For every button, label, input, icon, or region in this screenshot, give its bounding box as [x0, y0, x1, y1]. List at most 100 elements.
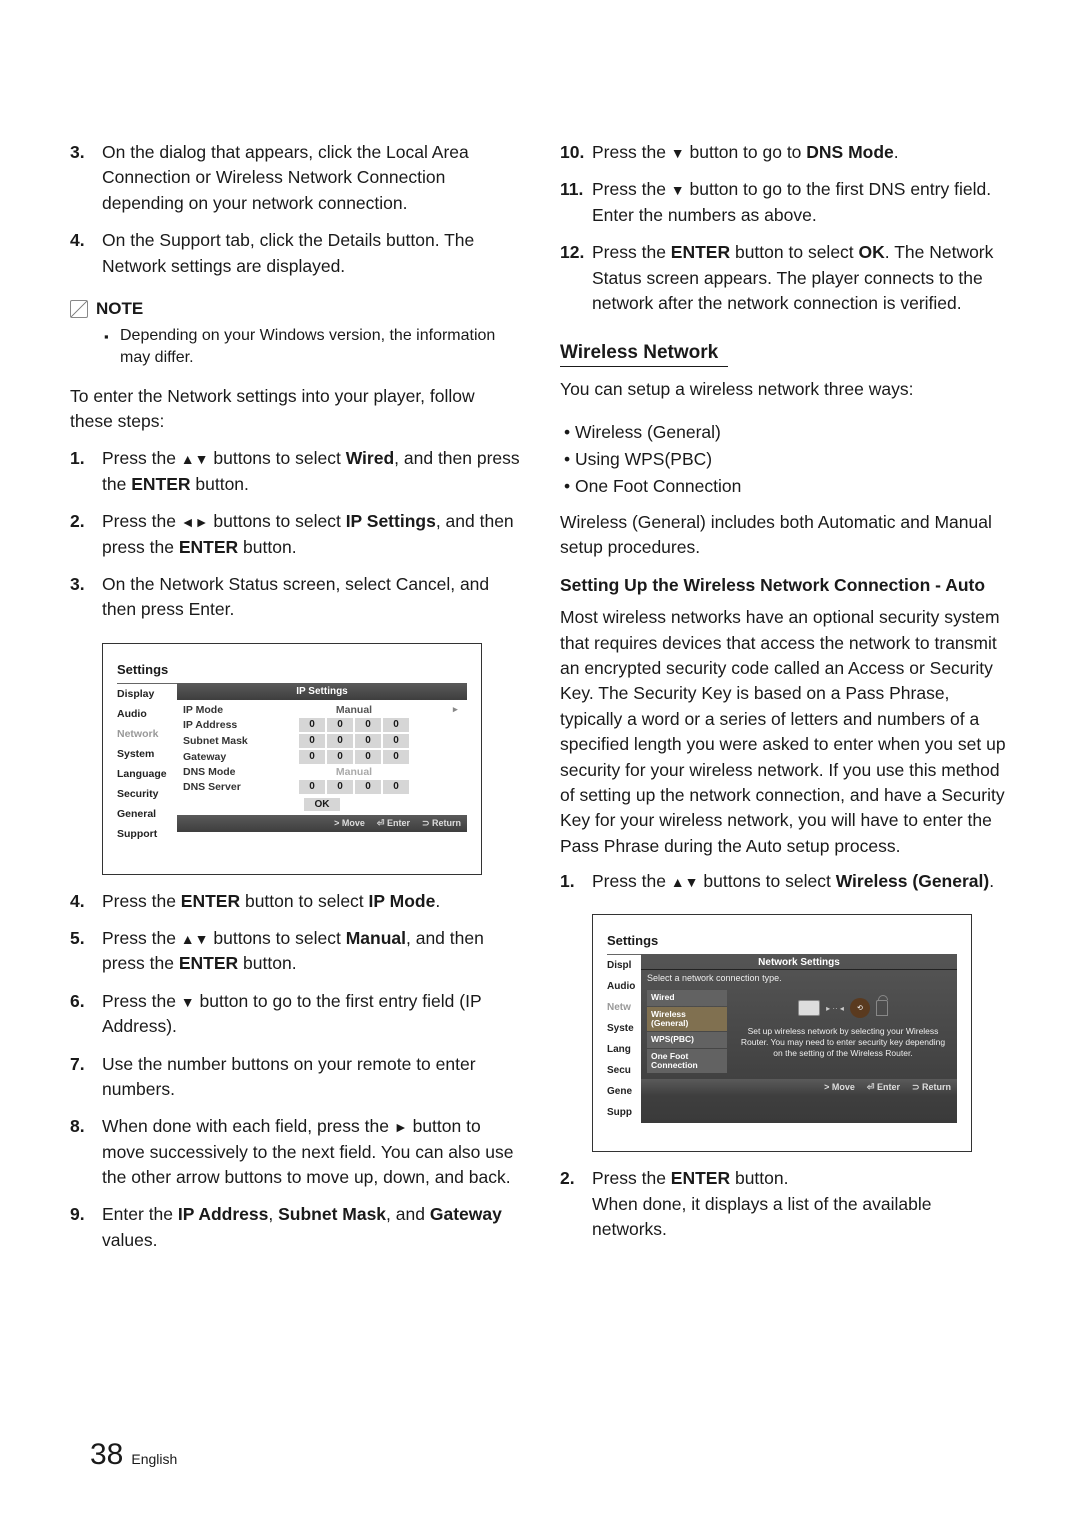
- field-label: DNS Server: [183, 781, 255, 793]
- step-text: Press the ▲▼ buttons to select Manual, a…: [102, 926, 520, 977]
- field-value: Manual: [255, 766, 453, 778]
- step-number: 10.: [560, 140, 592, 165]
- step-text: Press the ▲▼ buttons to select Wired, an…: [102, 446, 520, 497]
- step-number: 7.: [70, 1052, 102, 1103]
- sidebar-item: Secu: [607, 1060, 641, 1081]
- step-text: Use the number buttons on your remote to…: [102, 1052, 520, 1103]
- form-row: Subnet Mask 0000: [183, 734, 461, 748]
- step-number: 1.: [560, 869, 592, 894]
- page-number: 38: [90, 1438, 123, 1472]
- note-bullet-item: ▪ Depending on your Windows version, the…: [104, 325, 520, 370]
- field-label: DNS Mode: [183, 766, 255, 778]
- step-text: On the Support tab, click the Details bu…: [102, 228, 520, 279]
- form-row: IP Address 0000: [183, 718, 461, 732]
- step-text: Press the ENTER button to select IP Mode…: [102, 889, 520, 914]
- note-icon: [70, 300, 88, 318]
- step-item: 1. Press the ▲▼ buttons to select Wired,…: [70, 446, 520, 497]
- field-label: Gateway: [183, 751, 255, 763]
- arrow-right-icon: ►: [394, 1119, 408, 1135]
- step-number: 2.: [70, 509, 102, 560]
- step-text: Enter the IP Address, Subnet Mask, and G…: [102, 1202, 520, 1253]
- sidebar-item: Gene: [607, 1081, 641, 1102]
- step-text: Press the ▲▼ buttons to select Wireless …: [592, 869, 1010, 894]
- step-item: 10. Press the ▼ button to go to DNS Mode…: [560, 140, 1010, 165]
- arrow-up-down-icon: ▲▼: [181, 451, 209, 467]
- form-row: IP Mode Manual ▸: [183, 704, 461, 716]
- page-language: English: [131, 1451, 177, 1467]
- paragraph: Wireless (General) includes both Automat…: [560, 510, 1010, 561]
- subsection-heading: Setting Up the Wireless Network Connecti…: [560, 573, 1010, 598]
- step-number: 8.: [70, 1114, 102, 1190]
- overlay-subtitle: Select a network connection type.: [641, 970, 957, 986]
- arrow-down-icon: ▼: [671, 145, 685, 161]
- sidebar-item: Syste: [607, 1018, 641, 1039]
- panel-sidebar: Display Audio Network System Language Se…: [117, 683, 177, 844]
- chevron-right-icon: ▸: [453, 704, 461, 715]
- sidebar-item: Lang: [607, 1039, 641, 1060]
- left-column: 3. On the dialog that appears, click the…: [70, 140, 520, 1420]
- hint-move: > Move: [824, 1082, 855, 1093]
- list-item-selected: Wireless (General): [647, 1007, 727, 1032]
- note-label: NOTE: [96, 299, 143, 319]
- intro-paragraph: To enter the Network settings into your …: [70, 384, 520, 435]
- hint-return: ⊃ Return: [912, 1082, 951, 1093]
- ip-settings-panel: Settings Display Audio Network System La…: [102, 643, 482, 875]
- step-item: 4. On the Support tab, click the Details…: [70, 228, 520, 279]
- step-number: 6.: [70, 989, 102, 1040]
- step-number: 5.: [70, 926, 102, 977]
- step-number: 12.: [560, 240, 592, 316]
- hint-enter: ⏎ Enter: [377, 818, 410, 829]
- step-item: 3. On the Network Status screen, select …: [70, 572, 520, 623]
- step-number: 3.: [70, 572, 102, 623]
- num-box: 0: [355, 718, 381, 732]
- note-text: Depending on your Windows version, the i…: [120, 325, 520, 370]
- field-label: IP Mode: [183, 704, 255, 716]
- num-box: 0: [355, 734, 381, 748]
- network-settings-panel: Settings Displ Audio Netw Syste Lang Sec…: [592, 914, 972, 1152]
- num-box: 0: [299, 718, 325, 732]
- section-rule: [560, 366, 728, 367]
- step-item: 7. Use the number buttons on your remote…: [70, 1052, 520, 1103]
- sidebar-item: Audio: [117, 704, 177, 724]
- sidebar-item: General: [117, 804, 177, 824]
- sidebar-item: Supp: [607, 1102, 641, 1123]
- num-box: 0: [327, 734, 353, 748]
- paragraph: Most wireless networks have an optional …: [560, 605, 1010, 859]
- panel-main: IP Settings IP Mode Manual ▸ IP Address …: [177, 683, 467, 844]
- sidebar-item: Audio: [607, 976, 641, 997]
- sidebar-item: Display: [117, 684, 177, 704]
- ok-button: OK: [304, 798, 340, 811]
- hint-move: > Move: [334, 818, 365, 829]
- step-item: 3. On the dialog that appears, click the…: [70, 140, 520, 216]
- num-box: 0: [327, 780, 353, 794]
- page-footer: 38 English: [90, 1438, 177, 1472]
- num-box: 0: [383, 734, 409, 748]
- hint-enter: ⏎ Enter: [867, 1082, 900, 1093]
- connection-type-list: Wired Wireless (General) WPS(PBC) One Fo…: [647, 990, 727, 1073]
- num-box: 0: [383, 750, 409, 764]
- step-item: 11. Press the ▼ button to go to the firs…: [560, 177, 1010, 228]
- step-item: 12. Press the ENTER button to select OK.…: [560, 240, 1010, 316]
- sidebar-item: System: [117, 744, 177, 764]
- step-item: 5. Press the ▲▼ buttons to select Manual…: [70, 926, 520, 977]
- num-box: 0: [355, 750, 381, 764]
- form-row: Gateway 0000: [183, 750, 461, 764]
- step-item: 2. Press the ◄► buttons to select IP Set…: [70, 509, 520, 560]
- num-box: 0: [327, 750, 353, 764]
- step-number: 11.: [560, 177, 592, 228]
- step-text: Press the ▼ button to go to DNS Mode.: [592, 140, 1010, 165]
- step-item: 9. Enter the IP Address, Subnet Mask, an…: [70, 1202, 520, 1253]
- step-number: 4.: [70, 889, 102, 914]
- step-item: 4. Press the ENTER button to select IP M…: [70, 889, 520, 914]
- device-icon: [798, 1000, 820, 1016]
- panel-title: Settings: [117, 662, 467, 677]
- step-number: 9.: [70, 1202, 102, 1253]
- arrow-up-down-icon: ▲▼: [671, 874, 699, 890]
- bullet-item: • One Foot Connection: [564, 473, 1010, 500]
- form-row: DNS Mode Manual: [183, 766, 461, 778]
- bullet-item: • Using WPS(PBC): [564, 446, 1010, 473]
- step-number: 1.: [70, 446, 102, 497]
- panel-footer: > Move ⏎ Enter ⊃ Return: [177, 815, 467, 832]
- sidebar-item: Netw: [607, 997, 641, 1018]
- step-text: Press the ENTER button. When done, it di…: [592, 1166, 1010, 1242]
